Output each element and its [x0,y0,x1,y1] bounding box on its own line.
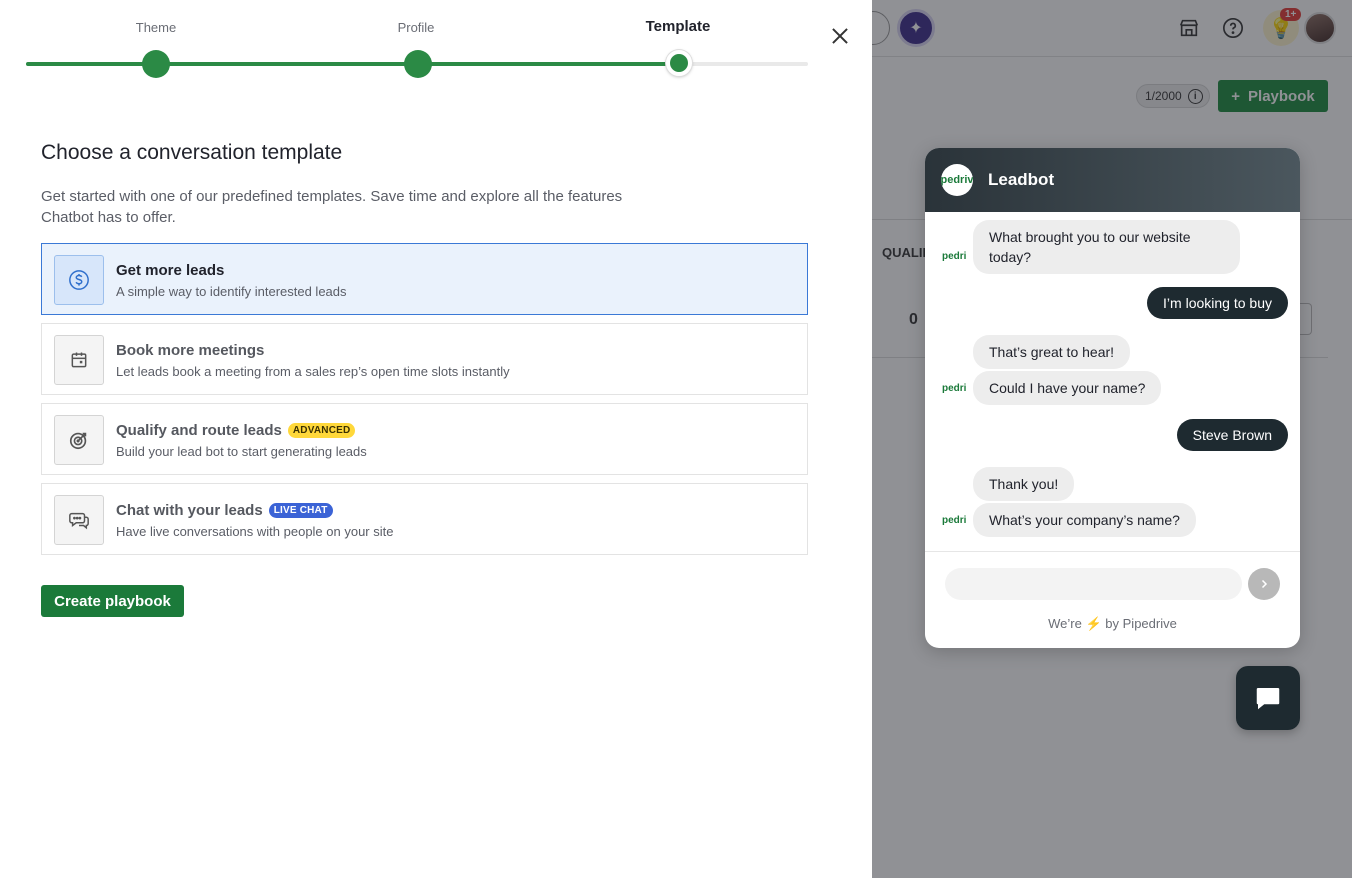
lightning-icon: ⚡ [1085,616,1102,631]
bot-mini-logo: pedriv [942,383,966,394]
bot-message: Thank you! [973,467,1075,501]
template-subtitle: Build your lead bot to start generating … [116,444,367,459]
divider [925,551,1300,552]
chat-widget-preview: pedriv Leadbot What brought you to our w… [925,148,1300,648]
step-template-dot[interactable] [666,50,692,76]
dollar-circle-icon [54,255,104,305]
target-icon [54,415,104,465]
template-qualify-and-route-leads[interactable]: Qualify and route leads ADVANCED Build y… [41,403,808,475]
powered-suffix: by Pipedrive [1105,616,1177,631]
template-subtitle: A simple way to identify interested lead… [116,284,347,299]
bot-name: Leadbot [988,170,1055,189]
step-label: Template [645,18,711,35]
user-message: Steve Brown [1176,419,1288,451]
template-title-text: Get more leads [116,262,225,279]
chat-header: pedriv Leadbot [925,148,1300,212]
bot-message: That’s great to hear! [973,335,1131,369]
bot-mini-logo: pedriv [942,515,966,526]
step-theme[interactable]: Theme [126,20,186,35]
create-playbook-button[interactable]: Create playbook [41,585,184,617]
bot-message: Could I have your name? [973,371,1162,405]
page-description: Get started with one of our predefined t… [41,188,623,226]
step-profile[interactable]: Profile [386,20,446,35]
template-title: Qualify and route leads ADVANCED [116,422,356,439]
user-message: I’m looking to buy [1147,287,1288,319]
powered-prefix: We’re [1048,616,1082,631]
powered-by: We’re ⚡ by Pipedrive [925,616,1300,632]
step-theme-dot[interactable] [142,50,170,78]
template-chat-with-your-leads[interactable]: Chat with your leads LIVE CHAT Have live… [41,483,808,555]
step-template[interactable]: Template [638,18,718,35]
template-title: Book more meetings [116,342,264,359]
advanced-badge: ADVANCED [287,423,356,438]
bot-message: What’s your company’s name? [973,503,1196,537]
close-icon[interactable] [828,24,852,48]
template-book-more-meetings[interactable]: Book more meetings Let leads book a meet… [41,323,808,395]
bot-mini-logo: pedriv [942,251,966,262]
template-title-text: Chat with your leads [116,502,263,519]
template-title-text: Qualify and route leads [116,422,282,439]
chat-messages: What brought you to our website today? p… [925,212,1300,552]
page-title: Choose a conversation template [41,141,343,164]
chat-message-input[interactable] [945,568,1242,600]
calendar-icon [54,335,104,385]
template-title-text: Book more meetings [116,342,265,359]
bot-avatar: pedriv [941,164,973,196]
template-subtitle: Let leads book a meeting from a sales re… [116,364,510,379]
template-get-more-leads[interactable]: Get more leads A simple way to identify … [41,243,808,315]
bot-logo: pedriv [941,174,973,186]
live-chat-badge: LIVE CHAT [268,503,333,518]
template-title: Chat with your leads LIVE CHAT [116,502,333,519]
chat-launcher-button[interactable] [1236,666,1300,730]
bot-message: What brought you to our website today? [973,220,1240,274]
template-subtitle: Have live conversations with people on y… [116,524,394,539]
stepper-track-fill [26,62,679,66]
chat-bubbles-icon [54,495,104,545]
step-profile-dot[interactable] [404,50,432,78]
progress-stepper: Theme Profile Template [26,18,808,80]
create-playbook-panel: Theme Profile Template Choose a conversa… [0,0,872,878]
send-arrow-icon[interactable] [1248,568,1280,600]
chat-bubble-icon [1256,688,1280,710]
step-label: Theme [135,20,177,35]
template-title: Get more leads [116,262,224,279]
step-label: Profile [397,20,435,35]
